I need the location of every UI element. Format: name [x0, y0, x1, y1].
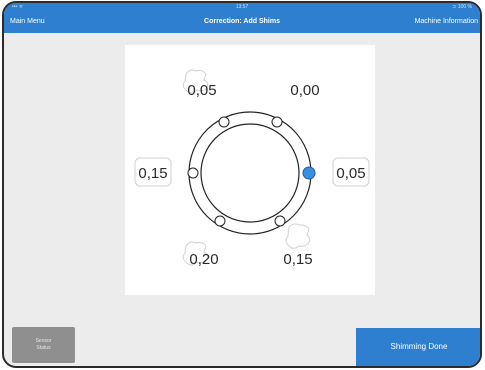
bolt-hole-top-right — [271, 116, 283, 128]
shim-value-right: 0,05 — [336, 165, 366, 182]
page-title: Correction: Add Shims — [204, 18, 280, 25]
main-menu-button[interactable]: Main Menu — [10, 18, 45, 25]
shim-value-bottom-right: 0,15 — [283, 251, 313, 268]
sensor-status-button[interactable]: Sensor Status — [12, 327, 75, 363]
sensor-status-label-line2: Status — [36, 345, 51, 351]
bolt-holes — [187, 116, 286, 227]
bolt-hole-bottom-left — [214, 215, 226, 227]
foot-icon-bottom-right — [285, 223, 311, 249]
bolt-hole-top-left — [218, 116, 230, 128]
status-bar: ••• ᯤ 13:57 ⊃ 100 % — [4, 3, 480, 11]
machine-information-button[interactable]: Machine Information — [415, 18, 478, 25]
clock: 13:57 — [235, 4, 249, 10]
bolt-hole-left — [187, 167, 199, 179]
active-foot-marker[interactable] — [302, 166, 316, 180]
battery-indicator: ⊃ 100 % — [452, 4, 472, 10]
navigation-bar: Main Menu Correction: Add Shims Machine … — [4, 11, 480, 33]
bolt-hole-bottom-right — [274, 215, 286, 227]
shim-value-top-left: 0,05 — [187, 82, 217, 99]
shim-diagram: 0,05 0,00 0,15 0,05 0,20 0,15 — [125, 45, 375, 295]
flange-inner-ring — [200, 123, 300, 223]
shim-value-left: 0,15 — [138, 165, 168, 182]
shimming-done-button[interactable]: Shimming Done — [356, 328, 480, 366]
device-frame: ••• ᯤ 13:57 ⊃ 100 % Main Menu Correction… — [2, 1, 482, 368]
flange-outer-ring — [188, 111, 312, 235]
sensor-status-label-line1: Sensor — [35, 338, 52, 344]
shim-value-top-right: 0,00 — [290, 82, 320, 99]
shim-value-bottom-left: 0,20 — [189, 251, 219, 268]
